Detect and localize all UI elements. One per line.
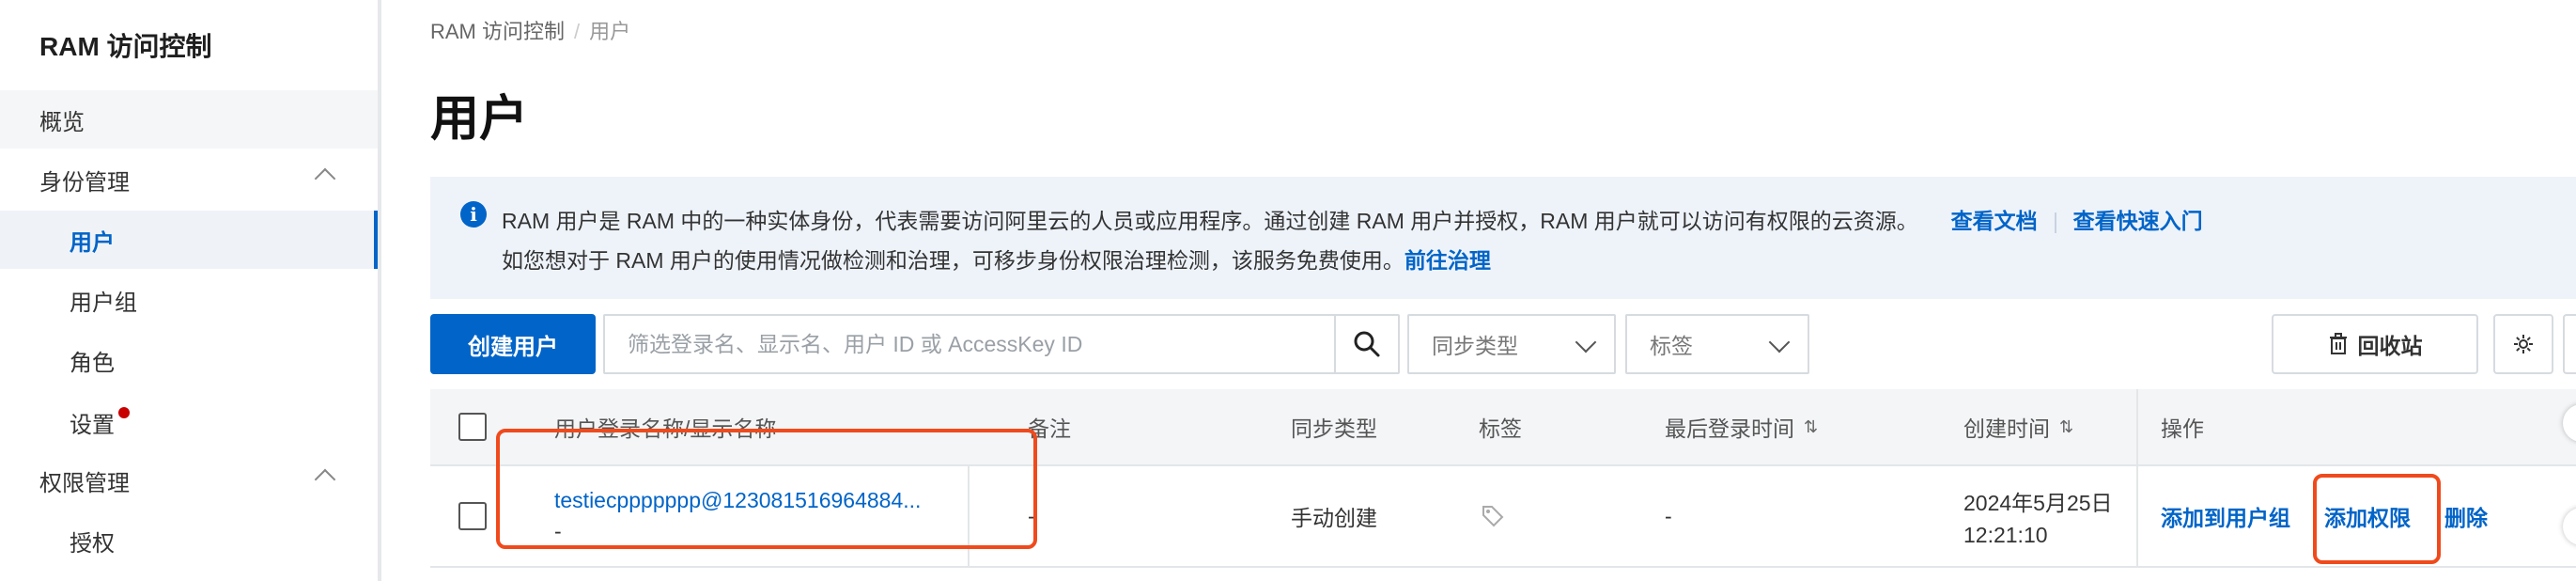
- divider: [2054, 212, 2056, 233]
- breadcrumb-root[interactable]: RAM 访问控制: [430, 20, 565, 43]
- chevron-down-icon: [1575, 331, 1597, 353]
- breadcrumb: RAM 访问控制 / 用户: [430, 15, 630, 45]
- select-all-cell: [458, 389, 487, 464]
- sidebar-item-grants[interactable]: 授权: [0, 511, 378, 570]
- created-time: 12:21:10: [1963, 522, 2048, 547]
- trash-icon: [2329, 333, 2347, 354]
- row-checkbox[interactable]: [458, 502, 487, 530]
- fixed-column-divider: [2136, 389, 2138, 566]
- sort-icon[interactable]: ⇅: [2059, 417, 2073, 437]
- col-tags: 标签: [1479, 416, 1522, 441]
- recycle-bin-button[interactable]: 回收站: [2272, 314, 2478, 374]
- tag-icon[interactable]: [1481, 504, 1505, 528]
- col-actions: 操作: [2161, 416, 2204, 441]
- sidebar-item-label: 授权: [70, 530, 115, 557]
- sidebar-item-settings[interactable]: 设置: [0, 393, 378, 451]
- notice-text: 如您想对于 RAM 用户的使用情况做检测和治理，可移步身份权限治理检测，该服务免…: [502, 248, 1404, 273]
- sidebar-item-label: 角色: [70, 350, 115, 376]
- chevron-down-icon: [1768, 331, 1791, 353]
- search-input[interactable]: [605, 316, 1328, 372]
- sidebar-item-identity-management[interactable]: 身份管理: [0, 150, 378, 209]
- created-cell: 2024年5月25日 12:21:10: [1963, 466, 2113, 566]
- notice-text: RAM 用户是 RAM 中的一种实体身份，代表需要访问阿里云的人员或应用程序。通…: [502, 209, 1918, 233]
- chevron-up-icon: [314, 468, 336, 491]
- page-title: 用户: [430, 92, 529, 147]
- sidebar-item-label: 用户组: [70, 290, 137, 316]
- delete-link[interactable]: 删除: [2444, 500, 2488, 532]
- col-sync-type: 同步类型: [1291, 416, 1377, 441]
- sidebar: RAM 访问控制 概览 身份管理 用户 用户组 角色 设置 权限管理 授权: [0, 0, 381, 581]
- main-content: RAM 访问控制 / 用户 用户 i RAM 用户是 RAM 中的一种实体身份，代表…: [381, 0, 2576, 581]
- sync-type-select-label: 同步类型: [1432, 334, 1518, 358]
- created-date: 2024年5月25日: [1963, 490, 2113, 515]
- sync-type-select[interactable]: 同步类型: [1407, 314, 1616, 374]
- create-user-button[interactable]: 创建用户: [430, 314, 596, 374]
- sidebar-item-label: 用户: [70, 229, 115, 256]
- col-last-login[interactable]: 最后登录时间 ⇅: [1665, 389, 1818, 464]
- sidebar-item-users[interactable]: 用户: [0, 211, 378, 269]
- sidebar-item-permission-management[interactable]: 权限管理: [0, 451, 378, 510]
- highlight-box-login-name: [496, 429, 1037, 549]
- info-icon: i: [460, 201, 487, 228]
- last-login-cell: -: [1665, 503, 1672, 528]
- breadcrumb-current: 用户: [589, 20, 631, 43]
- select-all-checkbox[interactable]: [458, 413, 487, 441]
- col-created-label: 创建时间: [1963, 416, 2050, 441]
- sidebar-item-roles[interactable]: 角色: [0, 331, 378, 389]
- sidebar-item-label: 身份管理: [39, 169, 130, 196]
- sidebar-title: RAM 访问控制: [39, 32, 212, 61]
- gear-icon: [2514, 335, 2533, 353]
- tags-cell: [1481, 466, 1505, 566]
- search-icon: [1354, 331, 1380, 357]
- go-governance-link[interactable]: 前往治理: [1404, 248, 1491, 273]
- refresh-button[interactable]: [2563, 314, 2576, 374]
- sync-type-cell: 手动创建: [1291, 506, 1377, 530]
- sidebar-item-label: 设置: [70, 412, 115, 438]
- notice-line-1: RAM 用户是 RAM 中的一种实体身份，代表需要访问阿里云的人员或应用程序。通…: [502, 203, 2203, 235]
- tag-select-label: 标签: [1650, 334, 1693, 358]
- tag-select[interactable]: 标签: [1625, 314, 1809, 374]
- view-docs-link[interactable]: 查看文档: [1951, 209, 2038, 233]
- toolbar: 创建用户 同步类型 标签: [430, 314, 2576, 374]
- search-box: [603, 314, 1400, 374]
- settings-button[interactable]: [2493, 314, 2553, 374]
- col-last-login-label: 最后登录时间: [1665, 416, 1794, 441]
- col-created[interactable]: 创建时间 ⇅: [1963, 389, 2073, 464]
- chevron-up-icon: [314, 167, 336, 190]
- sidebar-item-label: 权限管理: [39, 470, 130, 496]
- highlight-box-add-permission: [2313, 474, 2441, 564]
- search-button[interactable]: [1334, 316, 1398, 372]
- add-to-group-link[interactable]: 添加到用户组: [2161, 500, 2290, 532]
- sidebar-item-user-groups[interactable]: 用户组: [0, 271, 378, 329]
- sidebar-item-overview[interactable]: 概览: [0, 90, 378, 149]
- notice-line-2: 如您想对于 RAM 用户的使用情况做检测和治理，可移步身份权限治理检测，该服务免…: [502, 243, 1491, 275]
- sort-icon[interactable]: ⇅: [1804, 417, 1818, 437]
- info-notice: i RAM 用户是 RAM 中的一种实体身份，代表需要访问阿里云的人员或应用程序…: [430, 177, 2576, 299]
- breadcrumb-separator: /: [574, 20, 581, 43]
- notification-dot: [118, 407, 130, 418]
- sidebar-item-label: 概览: [39, 109, 85, 135]
- recycle-bin-label: 回收站: [2357, 334, 2423, 358]
- row-select-cell: [458, 466, 487, 566]
- view-quickstart-link[interactable]: 查看快速入门: [2073, 209, 2203, 233]
